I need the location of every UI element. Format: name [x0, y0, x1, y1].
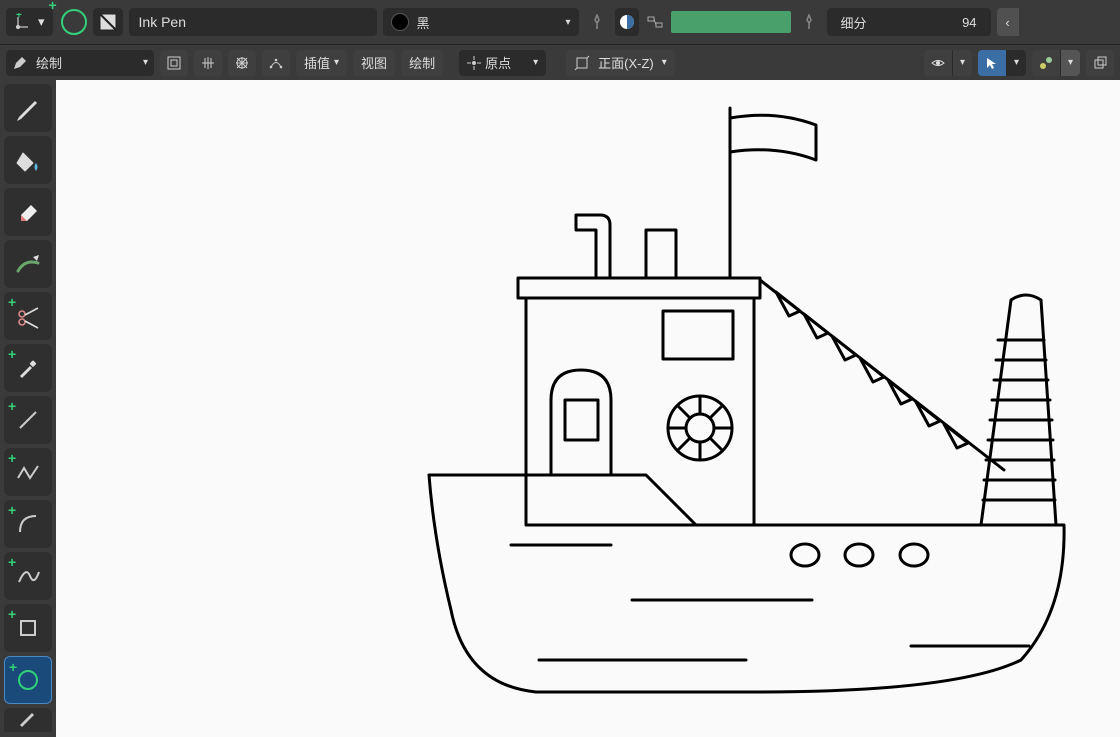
- subdivide-label: 细分: [841, 13, 867, 32]
- material-name-field[interactable]: Ink Pen: [129, 8, 377, 36]
- chevron-down-icon: ▾: [38, 14, 45, 30]
- tool-circle[interactable]: +: [4, 656, 52, 704]
- tool-eyedropper[interactable]: +: [4, 344, 52, 392]
- origin-label: 原点: [485, 53, 511, 72]
- plane-icon: [574, 55, 590, 71]
- draw-menu[interactable]: 绘制: [401, 50, 443, 76]
- drawing-canvas[interactable]: [56, 80, 1120, 737]
- svg-text:+: +: [16, 13, 22, 21]
- tool-box[interactable]: +: [4, 604, 52, 652]
- guides-toggle-2[interactable]: [194, 50, 222, 76]
- draw-label: 绘制: [409, 53, 435, 72]
- tool-erase[interactable]: [4, 188, 52, 236]
- gizmo-dropdown[interactable]: ▾: [1060, 50, 1080, 76]
- guides-toggle-4[interactable]: [262, 50, 290, 76]
- interpolate-label: 插值: [304, 53, 330, 72]
- tool-cutter[interactable]: +: [4, 292, 52, 340]
- origin-icon: [467, 56, 481, 70]
- drawing-plane-dropdown[interactable]: 正面(X-Z) ▾: [566, 50, 675, 76]
- pivot-dropdown[interactable]: + ▾: [6, 8, 53, 36]
- pin-material-icon[interactable]: [585, 8, 609, 36]
- mode-toolbar: 绘制 ▾ 插值 ▾ 视图 绘制 原点 ▾ 正面(X-Z) ▾ ▾: [0, 44, 1120, 80]
- layer-opacity-bar[interactable]: [671, 11, 791, 33]
- selectability-dropdown[interactable]: ▾: [1006, 50, 1026, 76]
- material-slot-icon[interactable]: [93, 8, 123, 36]
- tool-line[interactable]: +: [4, 396, 52, 444]
- drawing-plane-label: 正面(X-Z): [598, 53, 654, 72]
- view-label: 视图: [361, 53, 387, 72]
- color-swatch: [391, 13, 409, 31]
- tool-tint[interactable]: [4, 240, 52, 288]
- tool-column: + + + + + + + +: [0, 80, 56, 737]
- visibility-split: ▾: [924, 50, 972, 76]
- tool-arc[interactable]: +: [4, 500, 52, 548]
- selectability-button[interactable]: [978, 50, 1006, 76]
- chevron-down-icon: ▾: [566, 17, 571, 28]
- mode-dropdown[interactable]: 绘制 ▾: [6, 50, 154, 76]
- main-area: + + + + + + + +: [0, 80, 1120, 737]
- origin-dropdown[interactable]: 原点 ▾: [459, 50, 546, 76]
- material-name-label: Ink Pen: [139, 14, 186, 30]
- layer-link-icon[interactable]: [645, 8, 665, 36]
- guides-toggle-1[interactable]: [160, 50, 188, 76]
- view-menu[interactable]: 视图: [353, 50, 395, 76]
- stroke-color-label: 黑: [417, 13, 430, 32]
- overlays-button[interactable]: [1086, 50, 1114, 76]
- tool-annotate[interactable]: [4, 708, 52, 732]
- tool-polyline[interactable]: +: [4, 448, 52, 496]
- visibility-dropdown[interactable]: ▾: [952, 50, 972, 76]
- stroke-color-dropdown[interactable]: 黑 ▾: [383, 8, 579, 36]
- tool-fill[interactable]: [4, 136, 52, 184]
- scroll-left-button[interactable]: ‹: [997, 8, 1019, 36]
- gizmo-button[interactable]: [1032, 50, 1060, 76]
- top-header: + ▾ Ink Pen 黑 ▾ 细分 94 ‹: [0, 0, 1120, 44]
- pin-layer-icon[interactable]: [797, 8, 821, 36]
- tool-draw[interactable]: [4, 84, 52, 132]
- pencil-icon: [12, 55, 28, 71]
- select-split: ▾: [978, 50, 1026, 76]
- chevron-down-icon: ▾: [334, 57, 339, 68]
- placement-stroke-icon[interactable]: [61, 9, 87, 35]
- gizmo-split: ▾: [1032, 50, 1080, 76]
- chevron-down-icon: ▾: [533, 57, 538, 68]
- interpolate-dropdown[interactable]: 插值 ▾: [296, 50, 347, 76]
- chevron-down-icon: ▾: [143, 57, 148, 68]
- tool-curve[interactable]: +: [4, 552, 52, 600]
- subdivide-value: 94: [962, 15, 976, 30]
- guides-toggle-3[interactable]: [228, 50, 256, 76]
- visibility-button[interactable]: [924, 50, 952, 76]
- subdivide-field[interactable]: 细分 94: [827, 8, 991, 36]
- chevron-down-icon: ▾: [662, 57, 667, 68]
- layer-onion-icon[interactable]: [615, 8, 639, 36]
- mode-label: 绘制: [36, 53, 62, 72]
